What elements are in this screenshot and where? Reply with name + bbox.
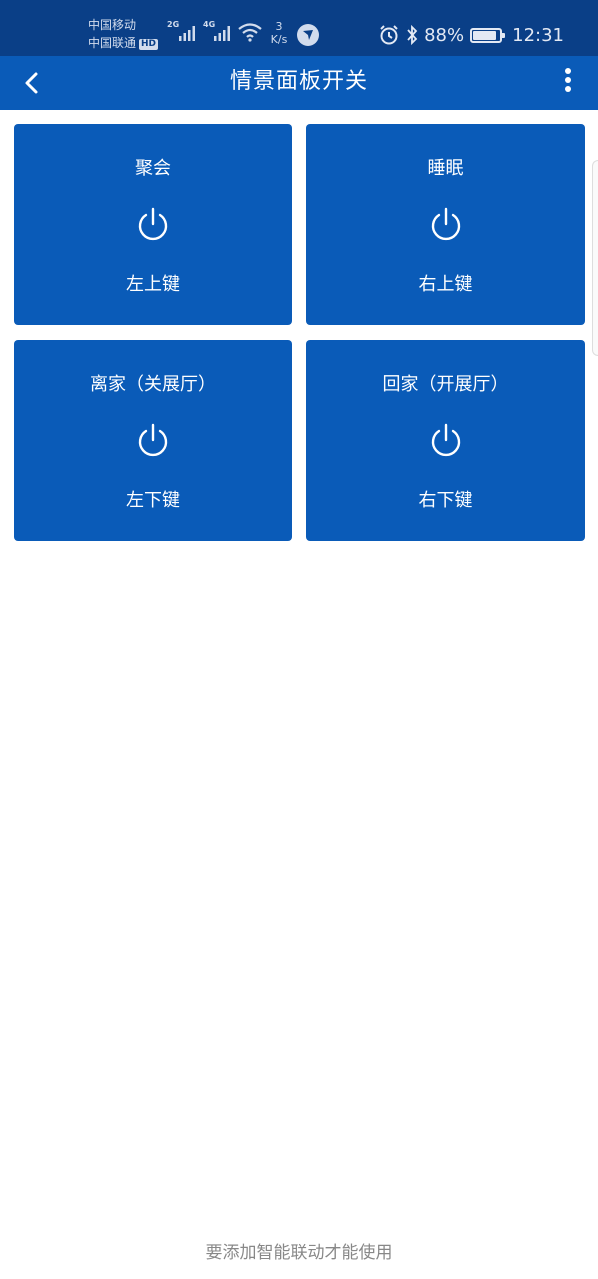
scene-grid: 聚会 左上键 睡眠 右上键 离家（关展厅） 左下键 回家（开展厅） 右下键 (14, 124, 585, 541)
edge-panel-handle[interactable] (592, 160, 598, 356)
scene-name: 睡眠 (427, 158, 464, 179)
carrier-1: 中国移动 (88, 18, 137, 32)
scene-tile-sleep[interactable]: 睡眠 右上键 (306, 124, 585, 325)
signal-icon (179, 26, 195, 41)
signal-icon (214, 26, 230, 41)
clock: 12:31 (512, 24, 564, 46)
carrier-2: 中国联通 (88, 36, 137, 50)
more-vertical-icon[interactable] (556, 66, 580, 96)
scene-key-label: 左下键 (126, 490, 180, 511)
carrier-info: 中国移动 中国联通 HD (88, 16, 159, 52)
scene-key-label: 右上键 (418, 274, 473, 295)
power-icon (138, 207, 168, 241)
status-bar: 中国移动 中国联通 HD 2G 4G 3 K/s 88% 12:31 (0, 0, 598, 56)
scene-key-label: 左上键 (126, 274, 180, 295)
app-header: 情景面板开关 (0, 56, 598, 110)
speed-value: 3 (275, 20, 283, 33)
power-icon (138, 423, 168, 457)
footer-hint: 要添加智能联动才能使用 (205, 1243, 393, 1263)
power-icon (431, 423, 460, 457)
battery-icon (470, 27, 506, 43)
app-notification-icon (297, 24, 319, 46)
speed-unit: K/s (270, 33, 288, 46)
wifi-icon (238, 23, 262, 42)
scene-tile-party[interactable]: 聚会 左上键 (14, 124, 292, 325)
scene-name: 聚会 (135, 158, 171, 179)
network-speed: 3 K/s (268, 20, 290, 46)
power-icon (431, 207, 460, 241)
scene-name: 离家（关展厅） (90, 374, 216, 395)
alarm-icon (380, 25, 398, 45)
scene-tile-return-home[interactable]: 回家（开展厅） 右下键 (306, 340, 585, 541)
battery-percent: 88% (424, 24, 465, 46)
scene-key-label: 右下键 (418, 490, 473, 511)
status-right: 88% 12:31 (378, 22, 564, 48)
scene-tile-leave-home[interactable]: 离家（关展厅） 左下键 (14, 340, 292, 541)
bluetooth-icon (407, 24, 418, 46)
page-title: 情景面板开关 (229, 69, 368, 94)
scene-name: 回家（开展厅） (382, 374, 509, 395)
hd-badge: HD (139, 39, 159, 50)
